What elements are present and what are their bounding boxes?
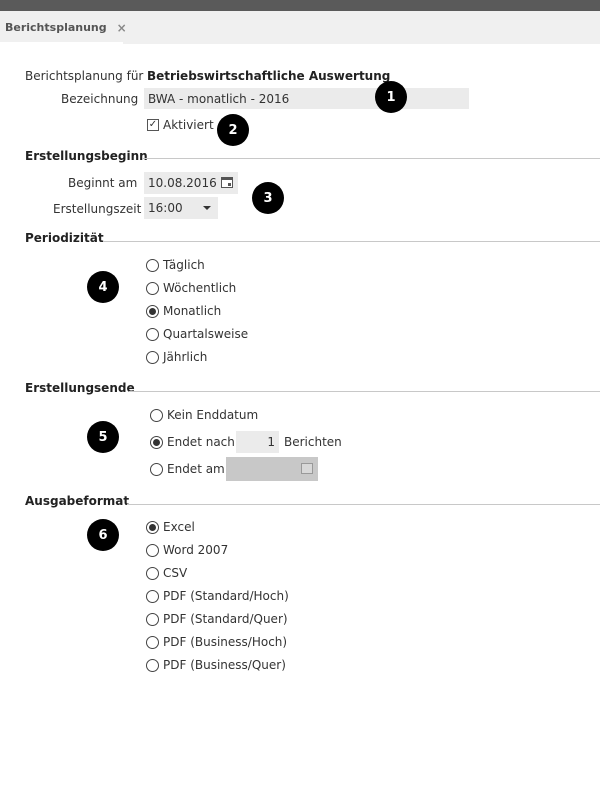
report-name: Betriebswirtschaftliche Auswertung <box>147 69 391 83</box>
callout-badge-1: 1 <box>375 81 407 113</box>
active-label: Aktiviert <box>163 118 214 132</box>
section-divider <box>103 241 600 242</box>
label-reports-suffix: Berichten <box>284 435 342 449</box>
section-divider <box>142 158 600 159</box>
radio-quarterly[interactable] <box>146 328 159 341</box>
name-input[interactable] <box>144 88 469 109</box>
report-count-input[interactable] <box>236 431 279 453</box>
radio-label-weekly: Wöchentlich <box>163 281 237 295</box>
section-divider <box>129 391 600 392</box>
radio-pdf-standard-portrait[interactable] <box>146 590 159 603</box>
callout-badge-4: 4 <box>87 271 119 303</box>
section-title-end: Erstellungsende <box>25 381 135 395</box>
radio-label-yearly: Jährlich <box>163 350 208 364</box>
window-top-bar <box>0 0 600 11</box>
radio-pdf-business-portrait[interactable] <box>146 636 159 649</box>
section-title-output: Ausgabeformat <box>25 494 130 508</box>
radio-label-pdf-standard-landscape: PDF (Standard/Quer) <box>163 612 288 626</box>
radio-label-pdf-business-landscape: PDF (Business/Quer) <box>163 658 286 672</box>
callout-badge-3: 3 <box>252 182 284 214</box>
radio-label-pdf-standard-portrait: PDF (Standard/Hoch) <box>163 589 289 603</box>
radio-label-csv: CSV <box>163 566 188 580</box>
radio-label-ends-on: Endet am <box>167 462 225 476</box>
label-name: Bezeichnung <box>61 92 139 106</box>
radio-label-quarterly: Quartalsweise <box>163 327 249 341</box>
chevron-down-icon <box>203 206 211 210</box>
radio-ends-on[interactable] <box>150 463 163 476</box>
radio-label-pdf-business-portrait: PDF (Business/Hoch) <box>163 635 288 649</box>
radio-ends-after[interactable] <box>150 436 163 449</box>
radio-label-daily: Täglich <box>163 258 205 272</box>
label-begin-date: Beginnt am <box>68 176 138 190</box>
callout-badge-2: 2 <box>217 114 249 146</box>
radio-label-word: Word 2007 <box>163 543 229 557</box>
radio-no-end[interactable] <box>150 409 163 422</box>
radio-monthly[interactable] <box>146 305 159 318</box>
radio-yearly[interactable] <box>146 351 159 364</box>
active-checkbox[interactable]: ✓ <box>147 119 159 131</box>
radio-pdf-standard-landscape[interactable] <box>146 613 159 626</box>
creation-time-select[interactable]: 16:00 <box>144 197 218 219</box>
radio-label-ends-after: Endet nach <box>167 435 235 449</box>
creation-time-value: 16:00 <box>148 201 183 215</box>
radio-label-monthly: Monatlich <box>163 304 222 318</box>
radio-label-excel: Excel <box>163 520 195 534</box>
radio-csv[interactable] <box>146 567 159 580</box>
active-tab-indicator <box>0 42 123 44</box>
label-creation-time: Erstellungszeit <box>53 202 142 216</box>
section-title-start: Erstellungsbeginn <box>25 149 148 163</box>
radio-weekly[interactable] <box>146 282 159 295</box>
label-report-for: Berichtsplanung für <box>25 69 144 83</box>
radio-pdf-business-landscape[interactable] <box>146 659 159 672</box>
callout-badge-6: 6 <box>87 519 119 551</box>
calendar-icon <box>301 463 313 474</box>
radio-label-no-end: Kein Enddatum <box>167 408 259 422</box>
radio-daily[interactable] <box>146 259 159 272</box>
tab-label: Berichtsplanung <box>5 21 107 34</box>
callout-badge-5: 5 <box>87 421 119 453</box>
calendar-icon[interactable] <box>221 177 233 188</box>
close-icon[interactable]: × <box>117 21 127 35</box>
section-divider <box>127 504 600 505</box>
radio-word[interactable] <box>146 544 159 557</box>
tab-strip: Berichtsplanung × <box>0 11 600 44</box>
radio-excel[interactable] <box>146 521 159 534</box>
section-title-periodicity: Periodizität <box>25 231 104 245</box>
tab-berichtsplanung[interactable]: Berichtsplanung × <box>0 11 127 44</box>
